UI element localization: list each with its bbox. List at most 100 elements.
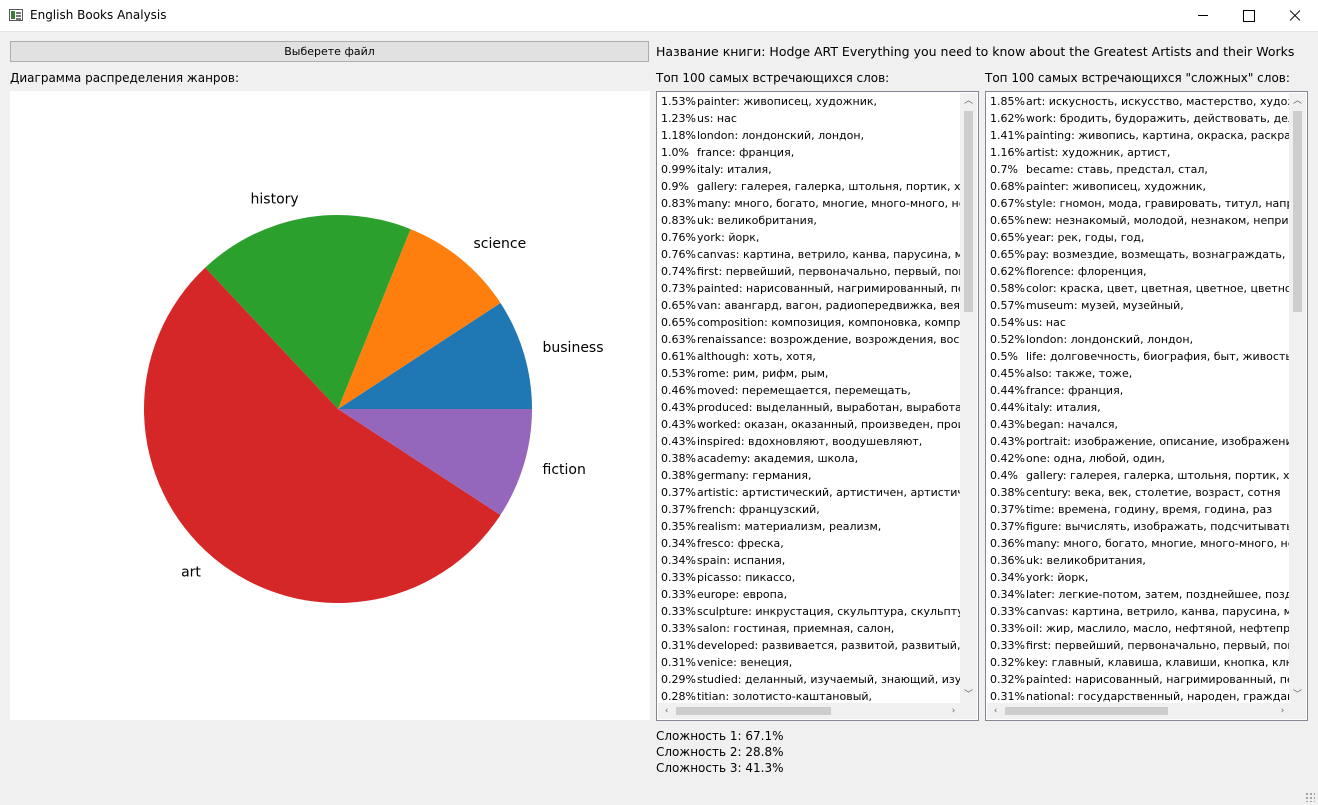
list-item[interactable]: 0.31%venice: венеция, bbox=[658, 654, 962, 671]
list-item[interactable]: 0.65%composition: композиция, компоновка… bbox=[658, 314, 962, 331]
list-item[interactable]: 0.37%time: времена, годину, время, годин… bbox=[987, 501, 1291, 518]
list-item[interactable]: 0.57%museum: музей, музейный, bbox=[987, 297, 1291, 314]
list-item[interactable]: 0.42%one: одна, любой, один, bbox=[987, 450, 1291, 467]
hard-words-hscroll-thumb[interactable] bbox=[1005, 707, 1168, 715]
list-item[interactable]: 1.41%painting: живопись, картина, окраск… bbox=[987, 127, 1291, 144]
genre-pie-svg: business science history art fiction bbox=[143, 191, 604, 604]
list-item[interactable]: 1.23%us: нас bbox=[658, 110, 962, 127]
list-item[interactable]: 0.4% gallery: галерея, галерка, штольня, … bbox=[987, 467, 1291, 484]
list-item[interactable]: 0.68%painter: живописец, художник, bbox=[987, 178, 1291, 195]
list-item[interactable]: 1.85%art: искусность, искусство, мастерс… bbox=[987, 93, 1291, 110]
list-item[interactable]: 0.65%van: авангард, вагон, радиопередвиж… bbox=[658, 297, 962, 314]
list-item[interactable]: 0.34%york: йорк, bbox=[987, 569, 1291, 586]
list-item[interactable]: 0.32%key: главный, клавиша, клавиши, кно… bbox=[987, 654, 1291, 671]
list-item[interactable]: 0.76%canvas: картина, ветрило, канва, па… bbox=[658, 246, 962, 263]
scroll-down-icon[interactable]: ﹀ bbox=[1289, 687, 1306, 704]
list-item[interactable]: 0.61%although: хоть, хотя, bbox=[658, 348, 962, 365]
list-item[interactable]: 0.65%pay: возмездие, возмещать, вознагра… bbox=[987, 246, 1291, 263]
list-item[interactable]: 0.43%began: начался, bbox=[987, 416, 1291, 433]
list-item[interactable]: 0.62%florence: флоренция, bbox=[987, 263, 1291, 280]
list-item[interactable]: 1.0% france: франция, bbox=[658, 144, 962, 161]
list-item[interactable]: 1.53%painter: живописец, художник, bbox=[658, 93, 962, 110]
list-item[interactable]: 0.65%year: рек, годы, год, bbox=[987, 229, 1291, 246]
list-item[interactable]: 0.28%titian: золотисто-каштановый, bbox=[658, 688, 962, 704]
list-item[interactable]: 0.83%many: много, богато, многие, много-… bbox=[658, 195, 962, 212]
list-item[interactable]: 0.44%france: франция, bbox=[987, 382, 1291, 399]
list-item[interactable]: 0.33%oil: жир, маслило, масло, нефтяной,… bbox=[987, 620, 1291, 637]
list-item[interactable]: 0.34%spain: испания, bbox=[658, 552, 962, 569]
scroll-up-icon[interactable]: ︿ bbox=[1289, 93, 1306, 110]
top-words-vscroll-thumb[interactable] bbox=[964, 111, 973, 312]
list-item[interactable]: 0.46%moved: перемещается, перемещать, bbox=[658, 382, 962, 399]
list-item[interactable]: 1.16%artist: художник, артист, bbox=[987, 144, 1291, 161]
list-item[interactable]: 0.52%london: лондонский, лондон, bbox=[987, 331, 1291, 348]
word-frequency: 0.34% bbox=[661, 554, 696, 567]
choose-file-button[interactable]: Выберете файл bbox=[10, 41, 649, 62]
top-words-vertical-scrollbar[interactable]: ︿ ﹀ bbox=[960, 93, 977, 704]
list-item[interactable]: 0.43%worked: оказан, оказанный, произвед… bbox=[658, 416, 962, 433]
list-item[interactable]: 0.33%salon: гостиная, приемная, салон, bbox=[658, 620, 962, 637]
list-item[interactable]: 0.33%sculpture: инкрустация, скульптура,… bbox=[658, 603, 962, 620]
list-item[interactable]: 0.43%portrait: изображение, описание, из… bbox=[987, 433, 1291, 450]
list-item[interactable]: 0.83%uk: великобритания, bbox=[658, 212, 962, 229]
list-item[interactable]: 0.33%europe: европа, bbox=[658, 586, 962, 603]
list-item[interactable]: 0.5% life: долговечность, биография, быт,… bbox=[987, 348, 1291, 365]
scroll-up-icon[interactable]: ︿ bbox=[960, 93, 977, 110]
word-frequency: 0.37% bbox=[661, 503, 696, 516]
list-item[interactable]: 0.33%first: первейший, первоначально, пе… bbox=[987, 637, 1291, 654]
list-item[interactable]: 0.73%painted: нарисованный, нагримирован… bbox=[658, 280, 962, 297]
list-item[interactable]: 0.38%germany: германия, bbox=[658, 467, 962, 484]
list-item[interactable]: 0.38%century: века, век, столетие, возра… bbox=[987, 484, 1291, 501]
list-item[interactable]: 0.67%style: гномон, мода, гравировать, т… bbox=[987, 195, 1291, 212]
minimize-button[interactable] bbox=[1180, 0, 1226, 31]
list-item[interactable]: 0.53%rome: рим, рифм, рым, bbox=[658, 365, 962, 382]
top-words-horizontal-scrollbar[interactable]: ‹ › bbox=[658, 703, 962, 719]
scroll-left-icon[interactable]: ‹ bbox=[987, 703, 1004, 719]
list-item[interactable]: 0.44%italy: италия, bbox=[987, 399, 1291, 416]
list-item[interactable]: 0.37%figure: вычислять, изображать, подс… bbox=[987, 518, 1291, 535]
list-item[interactable]: 0.43%produced: выделанный, выработан, вы… bbox=[658, 399, 962, 416]
list-item[interactable]: 0.36%many: много, богато, многие, много-… bbox=[987, 535, 1291, 552]
list-item[interactable]: 0.43%inspired: вдохновляют, воодушевляют… bbox=[658, 433, 962, 450]
list-item[interactable]: 0.45%also: также, тоже, bbox=[987, 365, 1291, 382]
list-item[interactable]: 0.33%canvas: картина, ветрило, канва, па… bbox=[987, 603, 1291, 620]
list-item[interactable]: 1.62%work: бродить, будоражить, действов… bbox=[987, 110, 1291, 127]
maximize-button[interactable] bbox=[1226, 0, 1272, 31]
list-item[interactable]: 0.99%italy: италия, bbox=[658, 161, 962, 178]
top-words-hscroll-thumb[interactable] bbox=[676, 707, 831, 715]
hard-words-vscroll-thumb[interactable] bbox=[1293, 111, 1302, 312]
word-frequency: 0.33% bbox=[661, 588, 696, 601]
list-item[interactable]: 0.74%first: первейший, первоначально, пе… bbox=[658, 263, 962, 280]
list-item[interactable]: 0.38%academy: академия, школа, bbox=[658, 450, 962, 467]
list-item[interactable]: 0.36%uk: великобритания, bbox=[987, 552, 1291, 569]
list-item[interactable]: 0.37%french: французский, bbox=[658, 501, 962, 518]
top-words-list[interactable]: 1.53%painter: живописец, художник, 1.23%u… bbox=[656, 91, 979, 721]
list-item[interactable]: 0.29%studied: деланный, изучаемый, знающ… bbox=[658, 671, 962, 688]
complexity-1: Сложность 1: 67.1% bbox=[656, 729, 784, 743]
scroll-down-icon[interactable]: ﹀ bbox=[960, 687, 977, 704]
list-item[interactable]: 0.76%york: йорк, bbox=[658, 229, 962, 246]
resize-grip-icon[interactable] bbox=[1305, 792, 1315, 802]
list-item[interactable]: 0.58%color: краска, цвет, цветная, цветн… bbox=[987, 280, 1291, 297]
list-item[interactable]: 0.31%developed: развивается, развитой, р… bbox=[658, 637, 962, 654]
list-item[interactable]: 0.33%picasso: пикассо, bbox=[658, 569, 962, 586]
list-item[interactable]: 1.18%london: лондонский, лондон, bbox=[658, 127, 962, 144]
list-item[interactable]: 0.34%fresco: фреска, bbox=[658, 535, 962, 552]
list-item[interactable]: 0.54%us: нас bbox=[987, 314, 1291, 331]
hard-words-horizontal-scrollbar[interactable]: ‹ › bbox=[987, 703, 1291, 719]
list-item[interactable]: 0.63%renaissance: возрождение, возрожден… bbox=[658, 331, 962, 348]
hard-words-vertical-scrollbar[interactable]: ︿ ﹀ bbox=[1289, 93, 1306, 704]
top-hard-words-list[interactable]: 1.85%art: искусность, искусство, мастерс… bbox=[985, 91, 1308, 721]
close-button[interactable] bbox=[1272, 0, 1318, 31]
list-item[interactable]: 0.32%painted: нарисованный, нагримирован… bbox=[987, 671, 1291, 688]
word-frequency: 0.65% bbox=[661, 299, 696, 312]
list-item[interactable]: 0.34%later: легкие-потом, затем, поздней… bbox=[987, 586, 1291, 603]
word-frequency: 0.83% bbox=[661, 214, 696, 227]
list-item[interactable]: 0.37%artistic: артистический, артистичен… bbox=[658, 484, 962, 501]
list-item[interactable]: 0.31%national: государственный, народен,… bbox=[987, 688, 1291, 704]
list-item[interactable]: 0.65%new: незнакомый, молодой, незнаком,… bbox=[987, 212, 1291, 229]
list-item[interactable]: 0.7% became: ставь, предстал, стал, bbox=[987, 161, 1291, 178]
list-item[interactable]: 0.35%realism: материализм, реализм, bbox=[658, 518, 962, 535]
scroll-left-icon[interactable]: ‹ bbox=[658, 703, 675, 719]
list-item[interactable]: 0.9% gallery: галерея, галерка, штольня, … bbox=[658, 178, 962, 195]
